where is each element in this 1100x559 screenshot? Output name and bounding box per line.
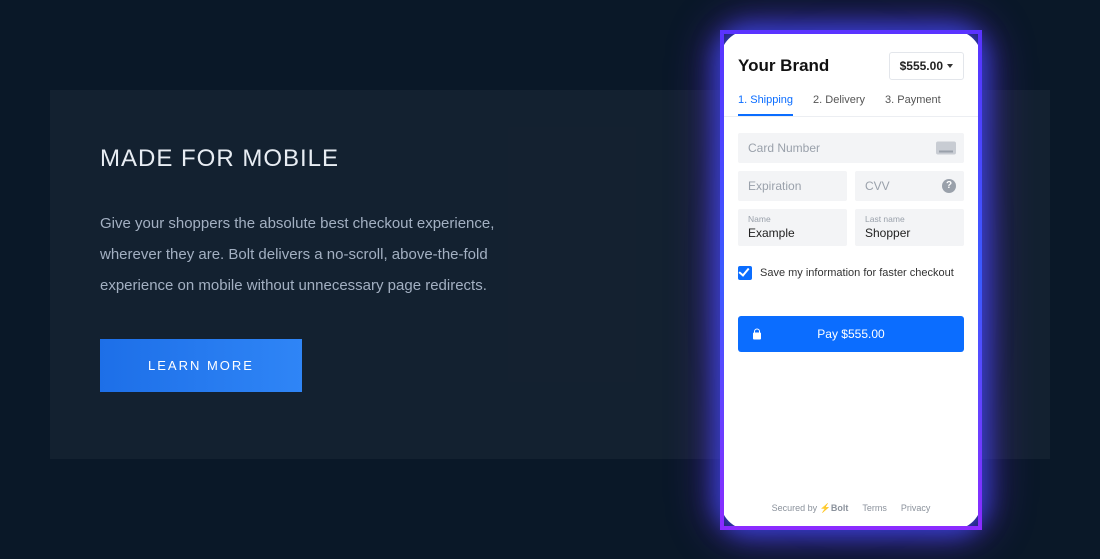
hero-heading: MADE FOR MOBILE	[100, 145, 520, 173]
checkout-tabs: 1. Shipping 2. Delivery 3. Payment	[724, 94, 978, 117]
secured-by: Secured by ⚡Bolt	[772, 503, 849, 514]
payment-form: Card Number Expiration CVV ? Name Exampl…	[738, 133, 964, 352]
card-number-placeholder: Card Number	[748, 141, 820, 155]
save-info-label: Save my information for faster checkout	[760, 267, 954, 279]
brand-title: Your Brand	[738, 56, 829, 76]
hero-copy: MADE FOR MOBILE Give your shoppers the a…	[100, 145, 520, 392]
checkout-footer: Secured by ⚡Bolt Terms Privacy	[724, 503, 978, 514]
lastname-label: Last name	[865, 214, 905, 224]
help-icon[interactable]: ?	[942, 179, 956, 193]
privacy-link[interactable]: Privacy	[901, 503, 931, 514]
tab-delivery[interactable]: 2. Delivery	[813, 94, 865, 116]
learn-more-button[interactable]: LEARN MORE	[100, 339, 302, 392]
phone-screen: Your Brand $555.00 1. Shipping 2. Delive…	[724, 34, 978, 526]
cvv-placeholder: CVV	[865, 179, 890, 193]
terms-link[interactable]: Terms	[862, 503, 887, 514]
save-info-row[interactable]: Save my information for faster checkout	[738, 266, 964, 280]
name-label: Name	[748, 214, 771, 224]
bolt-logo: ⚡Bolt	[820, 503, 849, 513]
lastname-field[interactable]: Last name Shopper	[855, 209, 964, 246]
checkout-header: Your Brand $555.00	[738, 52, 964, 80]
pay-button-label: Pay $555.00	[817, 327, 884, 341]
phone-mockup: Your Brand $555.00 1. Shipping 2. Delive…	[720, 30, 982, 530]
name-value: Example	[748, 226, 795, 240]
card-number-field[interactable]: Card Number	[738, 133, 964, 163]
tab-payment[interactable]: 3. Payment	[885, 94, 941, 116]
credit-card-icon	[936, 142, 956, 155]
hero-body: Give your shoppers the absolute best che…	[100, 209, 520, 301]
name-field[interactable]: Name Example	[738, 209, 847, 246]
tab-shipping[interactable]: 1. Shipping	[738, 94, 793, 116]
amount-dropdown[interactable]: $555.00	[889, 52, 964, 80]
checkbox-icon[interactable]	[738, 266, 752, 280]
lastname-value: Shopper	[865, 226, 910, 240]
amount-value: $555.00	[900, 59, 943, 73]
cvv-field[interactable]: CVV ?	[855, 171, 964, 201]
pay-button[interactable]: Pay $555.00	[738, 316, 964, 352]
lock-icon	[752, 329, 762, 340]
chevron-down-icon	[947, 64, 953, 68]
expiration-field[interactable]: Expiration	[738, 171, 847, 201]
expiration-placeholder: Expiration	[748, 179, 801, 193]
